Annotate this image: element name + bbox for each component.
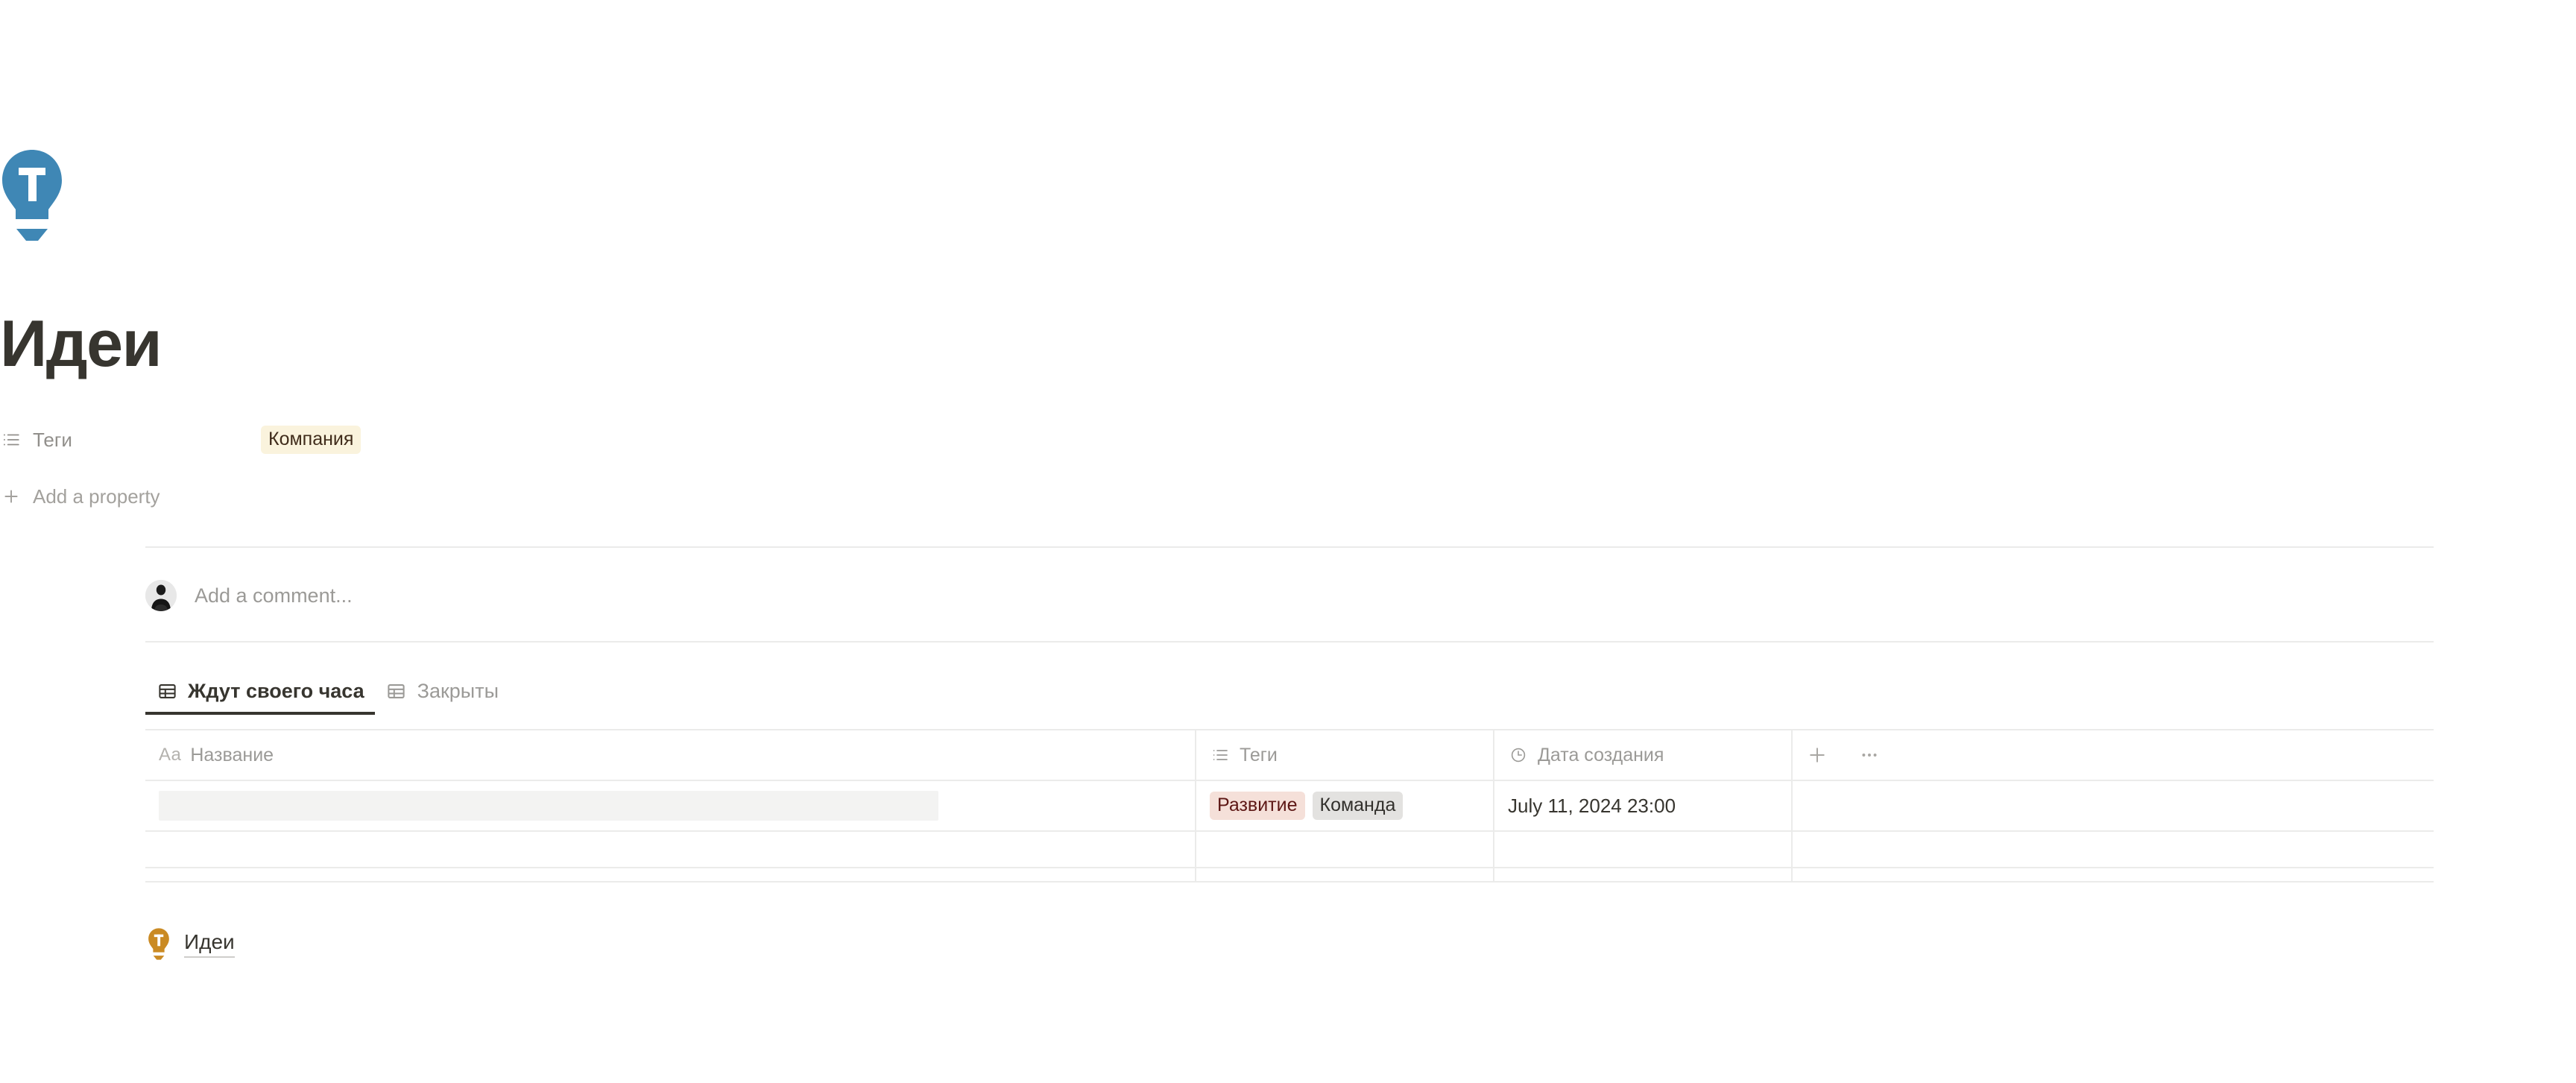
new-row-tags-cell[interactable] [1196,832,1494,881]
view-tabs: Ждут своего часа Закрыты [145,680,509,715]
column-header-tags[interactable]: Теги [1196,730,1494,780]
divider-comment [145,641,2434,642]
avatar[interactable] [145,580,177,611]
column-header-label: Дата создания [1538,744,1664,765]
database-table: Aa Название Теги Дата создания Развитие … [145,729,2434,882]
add-property-label: Add a property [33,484,160,508]
column-header-actions [1793,730,2434,780]
tab-label: Закрыты [417,680,499,702]
tab-label: Ждут своего часа [188,680,364,702]
add-property-button[interactable]: Add a property [0,481,2288,511]
user-avatar-photo [145,580,177,611]
page-link-label[interactable]: Идеи [184,930,235,958]
divider-table-bottom [145,867,2434,868]
tag-pill[interactable]: Команда [1312,791,1404,821]
column-header-label: Название [190,744,274,765]
new-row-name-cell[interactable] [145,832,1196,881]
cell-empty [1793,781,2434,830]
lightbulb-icon [2,150,62,241]
column-header-created[interactable]: Дата создания [1494,730,1793,780]
multi-select-icon [1210,745,1231,765]
comment-row[interactable]: Add a comment... [145,580,353,611]
property-row-tags[interactable]: Теги Компания [0,425,2288,455]
page-properties: Теги Компания Add a property [0,425,2288,511]
property-label-tags[interactable]: Теги [0,429,261,452]
tab-closed[interactable]: Закрыты [375,680,509,715]
title-aa-icon: Aa [159,745,182,765]
redacted-title-block [159,791,938,821]
cell-tags[interactable]: Развитие Команда [1196,781,1494,830]
column-header-name[interactable]: Aa Название [145,730,1196,780]
page-link-ideas[interactable]: Идеи [145,928,235,960]
column-header-label: Теги [1240,744,1278,765]
tab-waiting[interactable]: Ждут своего часа [145,680,375,715]
tag-pill[interactable]: Компания [261,425,362,455]
table-view-icon [156,681,178,703]
plus-icon [0,485,22,508]
property-value-tags[interactable]: Компания [261,425,362,455]
table-header-row: Aa Название Теги Дата создания [145,729,2434,781]
table-new-row-area[interactable] [145,832,2434,882]
new-row-empty-cell [1793,832,2434,881]
lightbulb-icon-orange [145,928,172,960]
add-column-button[interactable] [1806,744,1828,766]
table-row[interactable]: Развитие Команда July 11, 2024 23:00 [145,781,2434,832]
page-icon-lightbulb[interactable] [0,147,64,244]
ellipsis-icon[interactable] [1858,744,1881,766]
tag-pill[interactable]: Развитие [1210,791,1305,821]
page-title[interactable]: Идеи [0,309,162,378]
cell-name[interactable] [145,781,1196,830]
clock-icon [1508,745,1529,765]
cell-created[interactable]: July 11, 2024 23:00 [1494,781,1793,830]
property-label-text: Теги [33,428,72,451]
multi-select-icon [0,429,22,451]
divider-properties [145,546,2434,548]
comment-input[interactable]: Add a comment... [195,584,353,607]
table-view-icon [385,681,408,703]
new-row-created-cell[interactable] [1494,832,1793,881]
